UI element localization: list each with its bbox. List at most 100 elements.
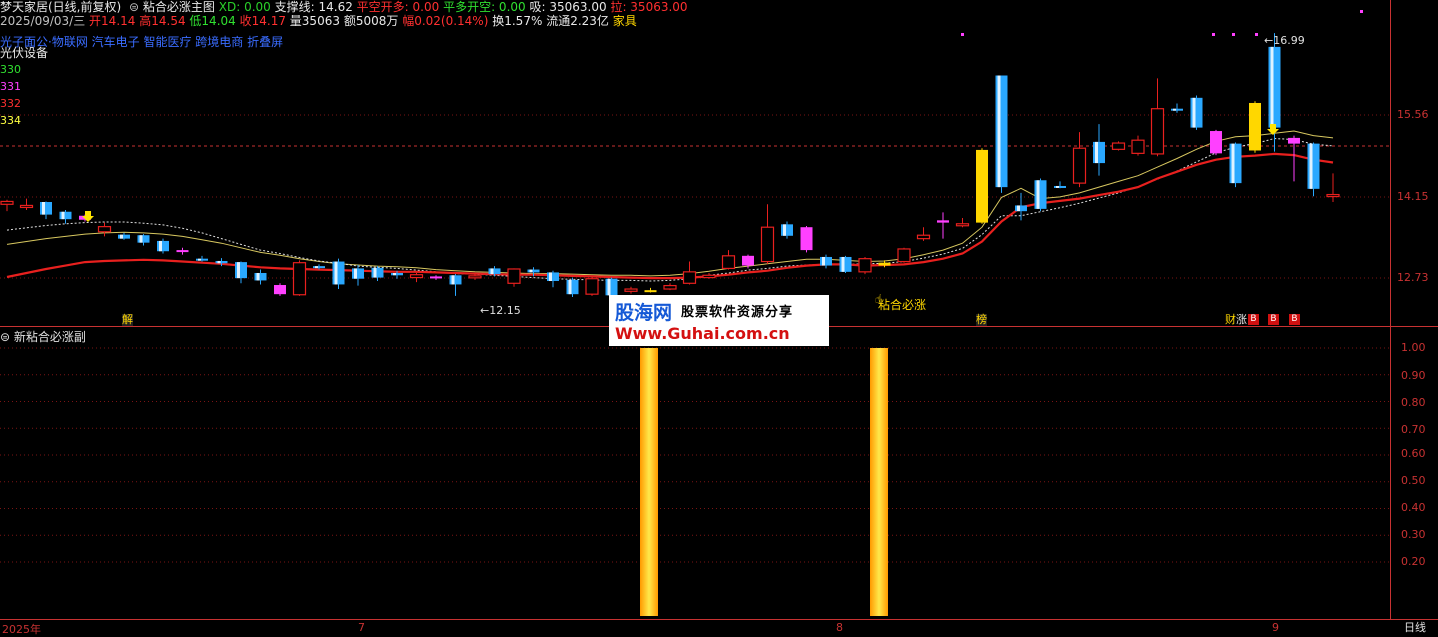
candle-body	[781, 224, 793, 236]
candle-highlight	[607, 278, 611, 296]
legend-332: 332	[0, 97, 21, 110]
price-tick: 15.56	[1397, 108, 1429, 121]
sub-axis-tick: 0.30	[1401, 528, 1426, 541]
candle-body	[916, 234, 931, 240]
candle-highlight	[159, 240, 162, 252]
candle-highlight	[841, 256, 845, 272]
candle-body	[644, 290, 657, 293]
candle-body	[488, 268, 501, 275]
candle-highlight	[334, 261, 338, 285]
tag-zhang[interactable]: 涨	[1236, 314, 1247, 326]
candle-highlight	[256, 272, 260, 281]
candle-body	[215, 260, 228, 264]
candle-body	[820, 256, 832, 266]
candle-highlight	[549, 272, 552, 282]
signal-dot	[1212, 33, 1215, 36]
candle-body	[352, 268, 364, 279]
dropdown-circle-icon[interactable]: ⊜	[129, 0, 139, 14]
header-line-1: 梦天家居(日线,前复权) ⊜ 粘合必涨主图 XD: 0.00 支撑线: 14.6…	[0, 0, 688, 14]
watermark-slogan: 股票软件资源分享	[681, 305, 794, 320]
candle-body	[682, 271, 697, 284]
candle-highlight	[393, 272, 396, 276]
sub-indicator-chart[interactable]	[0, 327, 1390, 619]
candle-body	[1131, 139, 1145, 154]
candle-highlight	[1095, 141, 1098, 164]
candle-highlight	[568, 279, 572, 295]
candle-body	[59, 211, 72, 220]
candle-body	[1111, 142, 1126, 150]
quote-change: 幅0.02(0.14%)	[402, 14, 489, 28]
candle-highlight	[529, 269, 533, 273]
candle-highlight	[217, 260, 221, 264]
date-tick: 8	[836, 621, 843, 634]
candle-body	[976, 149, 988, 223]
candle-highlight	[198, 258, 201, 261]
candle-body	[137, 235, 150, 243]
candle-body	[760, 226, 775, 263]
quote-low: 低14.04	[189, 14, 236, 28]
indicator-title[interactable]: 粘合必涨主图	[143, 0, 215, 14]
candle-body	[663, 284, 677, 290]
candle-highlight	[373, 267, 377, 278]
candle-body	[235, 262, 247, 279]
legend-331: 331	[0, 80, 21, 93]
candle-body	[566, 279, 579, 295]
signal-bar	[870, 348, 888, 616]
candle-highlight	[451, 275, 455, 285]
quote-open: 开14.14	[89, 14, 136, 28]
candle-highlight	[139, 235, 143, 243]
watermark-url: Www.Guhai.com.cn	[615, 324, 790, 343]
xi-value: 吸: 35063.00	[529, 0, 607, 14]
candle-body	[332, 261, 345, 285]
quote-float-cap: 流通2.23亿	[546, 14, 609, 28]
tag-jie[interactable]: 解	[122, 314, 133, 326]
candle-body	[1229, 143, 1242, 184]
candle-highlight	[1231, 143, 1235, 184]
sector-label[interactable]: 光伏设备	[0, 46, 48, 60]
sub-axis-tick: 0.80	[1401, 396, 1426, 409]
date-axis[interactable]: 2025年 7 8 9 日线	[0, 619, 1438, 637]
dropdown-circle-icon[interactable]: ⊜	[0, 330, 10, 344]
signal-label: 粘合必涨	[878, 298, 927, 312]
tag-bang[interactable]: 榜	[976, 314, 987, 326]
support-value: 支撑线: 14.62	[274, 0, 353, 14]
stock-title[interactable]: 梦天家居(日线,前复权)	[0, 0, 121, 14]
quote-volume: 量35063	[289, 14, 340, 28]
price-tick: 12.73	[1397, 271, 1429, 284]
candle-highlight	[1036, 180, 1040, 209]
quote-amount: 额5008万	[343, 14, 399, 28]
legend-334: 334	[0, 114, 21, 127]
buy-badge[interactable]: B	[1289, 314, 1300, 325]
candle-body	[742, 255, 754, 266]
price-axis[interactable]: 15.56 14.15 12.73 1.00 0.90 0.80 0.70 0.…	[1390, 0, 1438, 620]
candle-highlight	[822, 256, 825, 266]
tag-cai[interactable]: 财	[1225, 314, 1236, 326]
candle-body	[391, 272, 403, 276]
buy-badge[interactable]: B	[1248, 314, 1259, 325]
candle-highlight	[237, 262, 240, 279]
candle-body	[371, 267, 384, 278]
candle-body	[1210, 131, 1222, 154]
candle-body	[858, 258, 872, 273]
candle-highlight	[1309, 143, 1313, 189]
signal-dot	[961, 33, 964, 36]
candle-body	[157, 240, 169, 252]
candle-highlight	[490, 268, 494, 275]
candle-highlight	[783, 224, 786, 236]
candle-body	[97, 226, 112, 233]
candle-body	[995, 75, 1008, 188]
candle-body	[468, 275, 482, 279]
period-label[interactable]: 日线	[1392, 620, 1438, 636]
candle-body	[1249, 102, 1261, 151]
high-price-label: ←16.99	[1264, 34, 1305, 47]
candle-body	[313, 266, 325, 269]
candle-body	[449, 275, 462, 285]
sub-panel-title[interactable]: ⊜ 新粘合必涨副	[0, 330, 86, 344]
low-price-label: ←12.15	[480, 304, 521, 317]
la-value: 拉: 35063.00	[610, 0, 688, 14]
candle-body	[430, 276, 442, 279]
watermark-brand: 股海网	[615, 302, 673, 324]
sub-axis-tick: 0.60	[1401, 447, 1426, 460]
buy-badge[interactable]: B	[1268, 314, 1279, 325]
candle-body	[1015, 205, 1027, 212]
